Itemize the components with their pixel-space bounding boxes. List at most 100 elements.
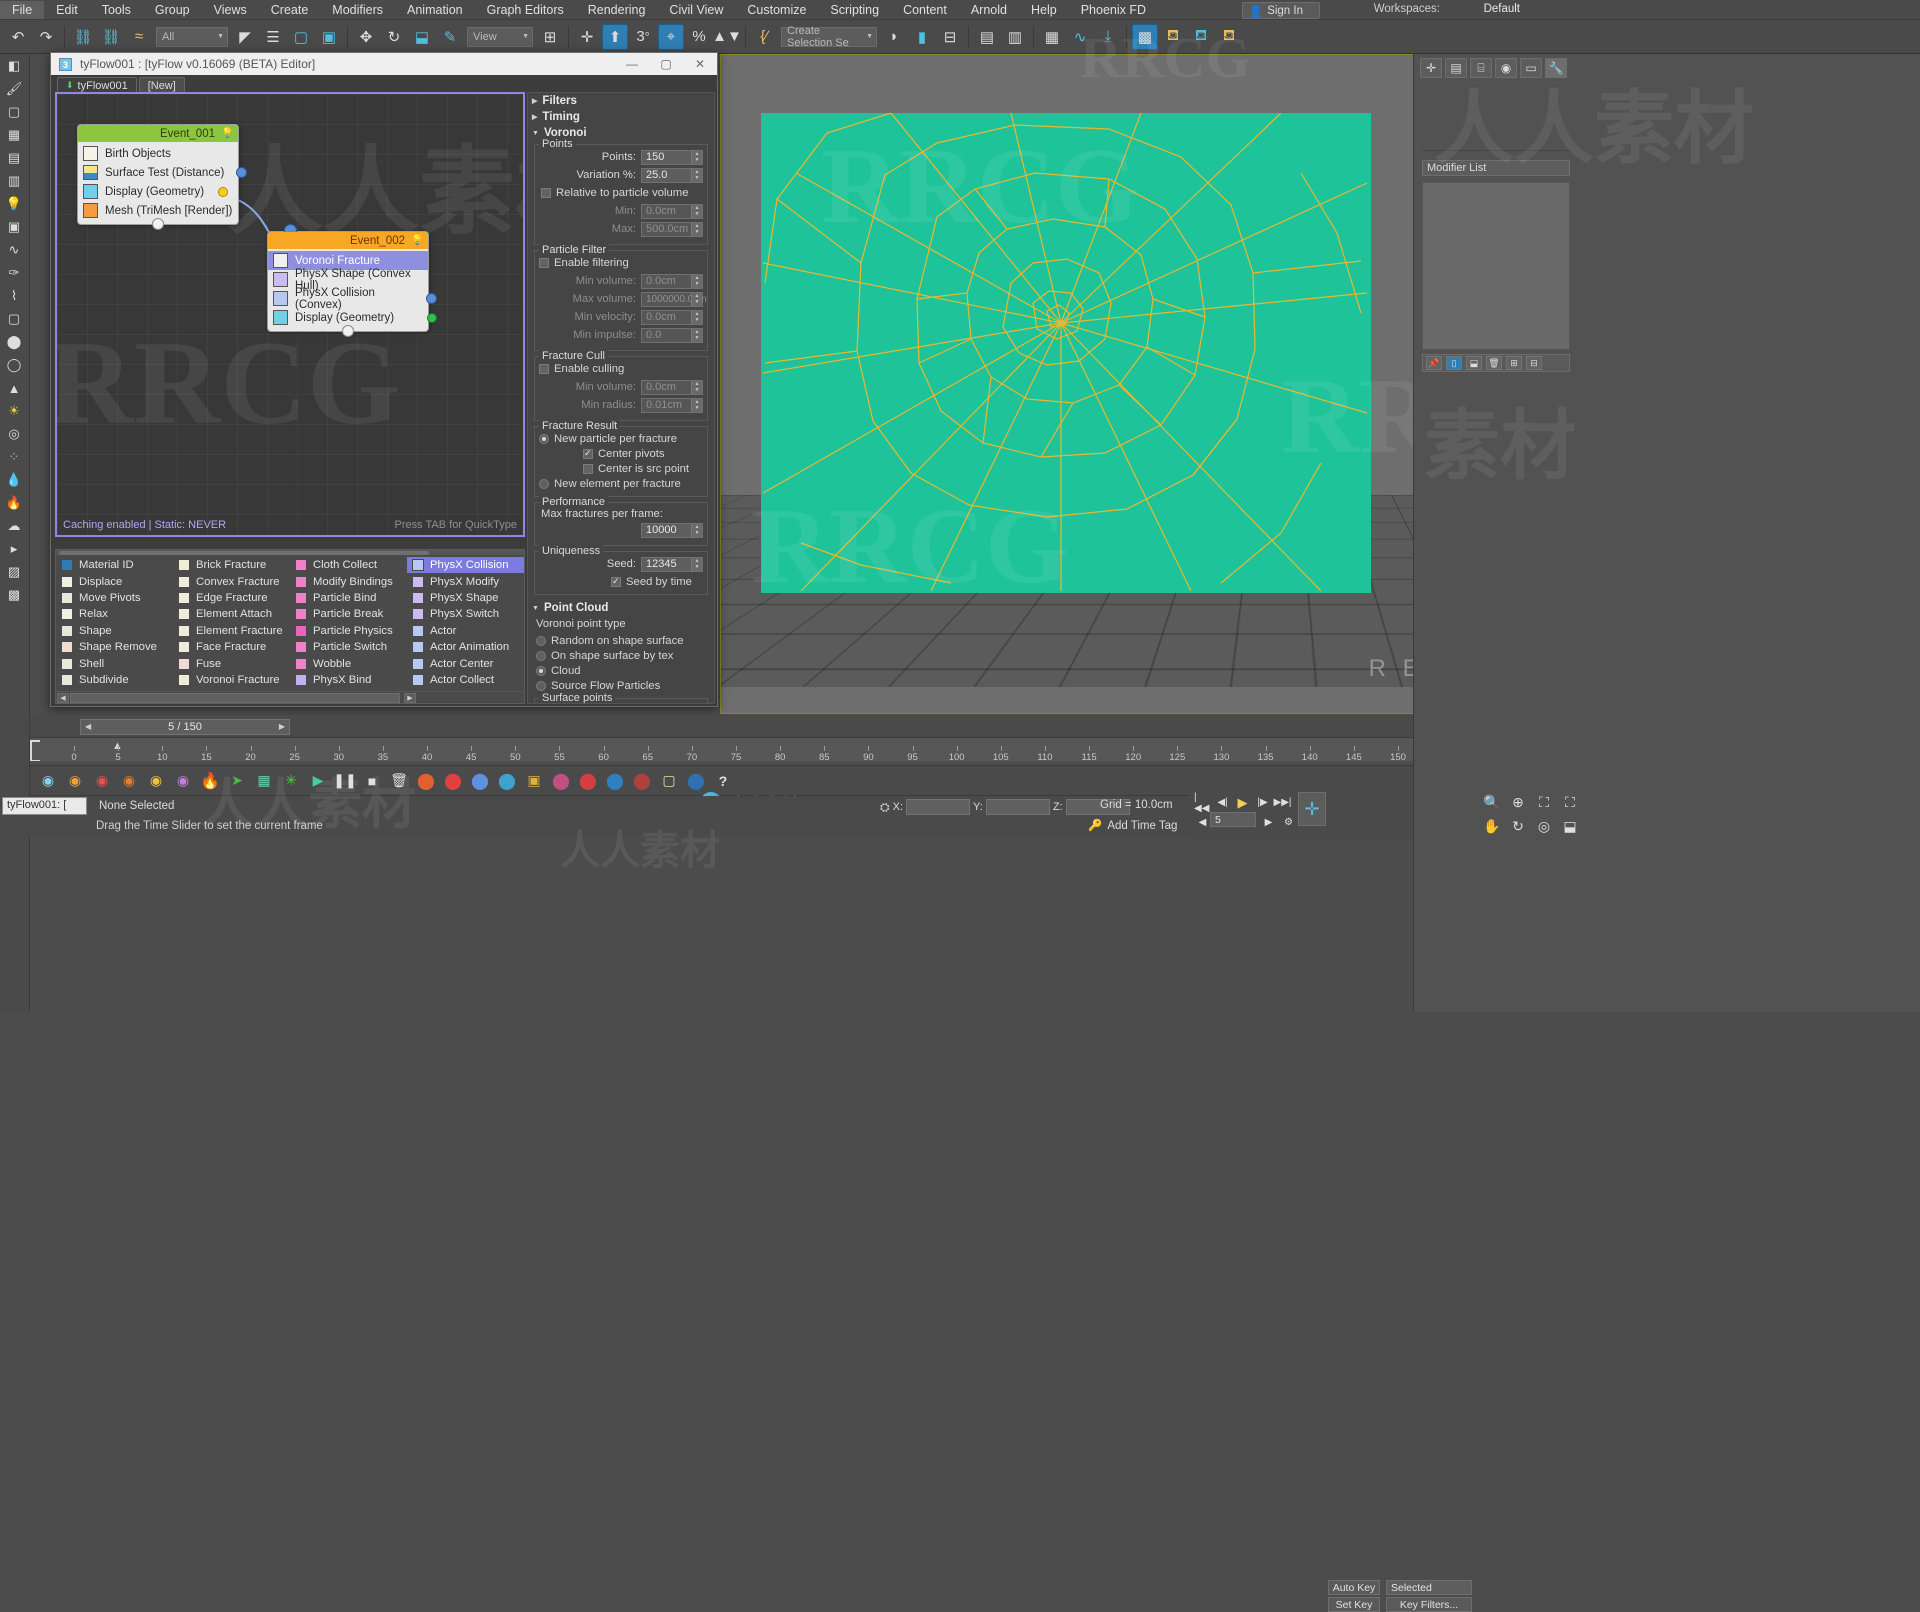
op-actor-center[interactable]: Actor Center: [407, 655, 524, 671]
variation-spinner[interactable]: 25.0 ▲ ▼: [641, 167, 703, 183]
key-filters-button[interactable]: Key Filters...: [1386, 1597, 1472, 1612]
track-bar-key-area[interactable]: [30, 761, 1413, 765]
menu-item-content[interactable]: Content: [891, 1, 959, 19]
align-icon[interactable]: ▮: [909, 24, 935, 50]
op-element-fracture[interactable]: Element Fracture: [173, 623, 290, 639]
time-slider-next-icon[interactable]: ▶: [279, 722, 285, 731]
bi-icon-help[interactable]: ?: [711, 769, 735, 793]
menu-item-create[interactable]: Create: [259, 1, 321, 19]
bi-icon-sphere1[interactable]: ⬤: [414, 769, 438, 793]
time-configuration-icon[interactable]: ⚙: [1280, 814, 1297, 831]
spinner-arrows-icon-4[interactable]: ▲ ▼: [691, 222, 702, 236]
menu-item-group[interactable]: Group: [143, 1, 202, 19]
menu-item-graph-editors[interactable]: Graph Editors: [475, 1, 576, 19]
event-node-001[interactable]: Event_001 💡 Birth Objects Surface Test (…: [77, 124, 247, 230]
x-field[interactable]: [906, 799, 971, 815]
op-physx-switch[interactable]: PhysX Switch: [407, 606, 524, 622]
y-field[interactable]: [985, 799, 1050, 815]
bi-icon-sphere8[interactable]: ⬤: [630, 769, 654, 793]
rail-icon-particles[interactable]: ⁘: [2, 446, 26, 468]
op-particle-physics[interactable]: Particle Physics: [290, 623, 407, 639]
op-actor-animation[interactable]: Actor Animation: [407, 639, 524, 655]
sign-in-button[interactable]: 👤 Sign In: [1241, 2, 1320, 19]
walkthrough-icon[interactable]: ⬓: [1558, 814, 1582, 838]
cloud-radio[interactable]: [536, 665, 546, 676]
op-cloth-collect[interactable]: Cloth Collect: [290, 557, 407, 573]
menu-item-civil-view[interactable]: Civil View: [657, 1, 735, 19]
rail-icon-curve[interactable]: ∿: [2, 239, 26, 261]
modifier-list-dropdown[interactable]: Modifier List: [1422, 160, 1570, 176]
key-mode-prev-icon[interactable]: ◀: [1194, 814, 1211, 831]
play-animation-icon[interactable]: ▶: [1234, 794, 1251, 811]
pin-stack-icon[interactable]: 📌: [1426, 356, 1442, 370]
event-node-002-header[interactable]: Event_002 💡: [268, 232, 428, 249]
tab-motion-icon[interactable]: ◉: [1495, 58, 1517, 78]
bi-icon-trash[interactable]: 🗑: [387, 769, 411, 793]
operator-display-geometry[interactable]: Display (Geometry): [78, 182, 238, 201]
relative-to-volume-checkbox[interactable]: [541, 187, 551, 198]
bi-icon-flame[interactable]: 🔥: [198, 769, 222, 793]
max-spinner[interactable]: 500.0cm ▲ ▼: [641, 221, 703, 237]
tab-create-icon[interactable]: ✛: [1420, 58, 1442, 78]
set-key-big-button[interactable]: ✛: [1298, 792, 1326, 826]
set-key-button[interactable]: Set Key: [1328, 1597, 1380, 1612]
max-fractures-spinner[interactable]: 10000 ▲ ▼: [641, 522, 703, 538]
rail-icon-cone[interactable]: ▲: [2, 377, 26, 399]
scroll-left-arrow-icon[interactable]: ◀: [57, 693, 69, 703]
op-actor[interactable]: Actor: [407, 623, 524, 639]
time-slider-prev-icon[interactable]: ◀: [85, 722, 91, 731]
time-slider[interactable]: ◀ 5 / 150 ▶: [80, 718, 290, 735]
remove-modifier-icon[interactable]: 🗑: [1486, 356, 1502, 370]
center-is-src-checkbox[interactable]: [583, 463, 593, 474]
rail-icon-expand[interactable]: ▸: [2, 538, 26, 560]
rollout-filters[interactable]: ▶ Filters: [528, 93, 714, 109]
enable-culling-checkbox[interactable]: [539, 363, 549, 374]
op-relax[interactable]: Relax: [56, 606, 173, 622]
rail-icon-select[interactable]: ◧: [2, 55, 26, 77]
bi-icon-box1[interactable]: ▣: [522, 769, 546, 793]
tab-modify-icon[interactable]: ▤: [1445, 58, 1467, 78]
menu-item-phoenix-fd[interactable]: Phoenix FD: [1069, 1, 1158, 19]
bi-icon-arrow[interactable]: ➤: [225, 769, 249, 793]
snap-toggle-icon[interactable]: ✛: [574, 24, 600, 50]
zoom-icon[interactable]: 🔍: [1480, 790, 1504, 814]
menu-item-scripting[interactable]: Scripting: [818, 1, 891, 19]
bi-icon-1[interactable]: ◉: [36, 769, 60, 793]
spinner-snap-icon[interactable]: %: [686, 24, 712, 50]
lightbulb-icon-2[interactable]: 💡: [411, 234, 424, 247]
op-wobble[interactable]: Wobble: [290, 655, 407, 671]
radio-new-element-per-fracture[interactable]: New element per fracture: [539, 476, 703, 491]
rail-icon-flame[interactable]: 🔥: [2, 492, 26, 514]
bi-icon-star[interactable]: ✳: [279, 769, 303, 793]
rail-icon-layers[interactable]: ▥: [2, 170, 26, 192]
edit-named-selection-icon[interactable]: ▲▼: [712, 24, 742, 50]
window-crossing-icon[interactable]: ▣: [316, 24, 342, 50]
bi-icon-sphere9[interactable]: ⬤: [684, 769, 708, 793]
tab-utilities-icon[interactable]: 🔧: [1545, 58, 1567, 78]
bi-icon-sphere6[interactable]: ⬤: [576, 769, 600, 793]
select-by-name-icon[interactable]: ☰: [260, 24, 286, 50]
menu-item-rendering[interactable]: Rendering: [576, 1, 658, 19]
object-name-field[interactable]: tyFlow001: [: [2, 797, 87, 815]
radio-on-surface-by-tex[interactable]: On shape surface by tex: [536, 648, 708, 663]
modifier-stack[interactable]: [1422, 182, 1570, 350]
operator-browser-bottom-scrollbar[interactable]: ◀ ▶: [56, 691, 524, 703]
lock-selection-icon[interactable]: ⛭: [880, 800, 890, 815]
menu-item-edit[interactable]: Edit: [44, 1, 90, 19]
op-shape[interactable]: Shape: [56, 623, 173, 639]
spinner-arrows-icon-2[interactable]: ▲ ▼: [691, 168, 702, 182]
rail-icon-sun[interactable]: ☀: [2, 400, 26, 422]
go-to-end-icon[interactable]: ▶▶|: [1274, 794, 1292, 811]
display-color-swatch-green[interactable]: [427, 313, 437, 323]
seed-by-time-checkbox[interactable]: [611, 576, 621, 587]
checkbox-center-is-src[interactable]: Center is src point: [583, 461, 703, 476]
bi-icon-box2[interactable]: ▢: [657, 769, 681, 793]
rail-icon-cam[interactable]: ▣: [2, 216, 26, 238]
use-pivot-center-icon[interactable]: ⊞: [537, 24, 563, 50]
rail-icon-circle[interactable]: ◯: [2, 354, 26, 376]
zoom-extents-icon[interactable]: ⛶: [1532, 790, 1556, 814]
macro-recorder-icon[interactable]: {∕: [751, 24, 777, 50]
auto-key-button[interactable]: Auto Key: [1328, 1580, 1380, 1595]
render-setup-icon[interactable]: ⛾: [1160, 24, 1186, 50]
key-filter-selected-dropdown[interactable]: Selected: [1386, 1580, 1472, 1595]
